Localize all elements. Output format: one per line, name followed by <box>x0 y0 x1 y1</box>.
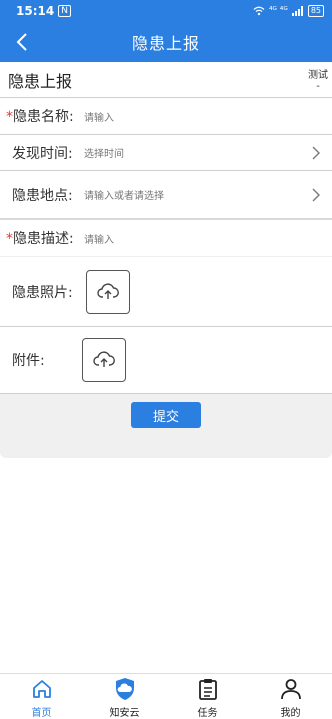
found-time-picker[interactable]: 选择时间 <box>84 145 124 160</box>
section-tag: 测试 - <box>308 70 328 92</box>
attachment-upload-button[interactable] <box>82 338 126 382</box>
hazard-name-label-text: 隐患名称: <box>13 109 74 125</box>
required-mark: * <box>6 231 13 247</box>
hazard-name-label: *隐患名称: <box>6 106 80 126</box>
hazard-photo-row: 隐患照片: <box>0 257 332 327</box>
cloud-upload-icon <box>93 351 115 367</box>
hazard-name-input[interactable]: 请输入 <box>84 109 114 124</box>
cloud-upload-icon <box>97 282 119 299</box>
hazard-name-row[interactable]: *隐患名称: 请输入 <box>0 98 332 135</box>
status-bar: 15:14 N ⁴ᴳ ⁴ᴳ 85 <box>0 0 332 22</box>
section-header: 隐患上报 测试 - <box>0 62 332 98</box>
found-time-label: 发现时间: <box>12 145 73 162</box>
attachment-row: 附件: <box>0 327 332 394</box>
tab-mine-label: 我的 <box>280 708 301 719</box>
nav-bar: 隐患上报 <box>0 22 332 62</box>
required-mark: * <box>6 109 13 125</box>
hazard-location-row[interactable]: 隐患地点: 请输入或者请选择 <box>0 171 332 220</box>
section-title: 隐患上报 <box>8 71 73 91</box>
chevron-left-icon <box>16 33 27 51</box>
clipboard-icon <box>196 677 220 701</box>
page-title: 隐患上报 <box>131 34 200 53</box>
bottom-tab-bar: 首页 知安云 任务 我的 <box>0 673 332 719</box>
submit-button[interactable]: 提交 <box>131 402 201 428</box>
tab-tasks[interactable]: 任务 <box>166 674 249 719</box>
tab-zhianyun-label: 知安云 <box>109 708 140 719</box>
section-tag-label: 测试 <box>308 70 328 81</box>
hazard-location-label: 隐患地点: <box>12 187 73 204</box>
photo-upload-button[interactable] <box>86 269 130 314</box>
status-indicators: ⁴ᴳ ⁴ᴳ 85 <box>253 5 324 17</box>
tab-home-label: 首页 <box>31 708 52 719</box>
hazard-desc-row[interactable]: *隐患描述: 请输入 <box>0 220 332 257</box>
app-header: 15:14 N ⁴ᴳ ⁴ᴳ 85 隐患上报 <box>0 0 332 62</box>
hazard-photo-label: 隐患照片: <box>12 284 73 301</box>
tab-home[interactable]: 首页 <box>0 674 83 719</box>
nfc-icon: N <box>58 5 71 17</box>
attachment-label: 附件: <box>12 353 45 369</box>
chevron-right-icon <box>312 188 320 202</box>
hazard-desc-input[interactable]: 请输入 <box>84 231 114 246</box>
hazard-desc-label: *隐患描述: <box>6 228 80 248</box>
submit-area: 提交 <box>0 394 332 458</box>
signal-icon <box>291 6 303 16</box>
tab-tasks-label: 任务 <box>197 708 218 719</box>
tab-mine[interactable]: 我的 <box>249 674 332 719</box>
hazard-location-input[interactable]: 请输入或者请选择 <box>84 187 164 202</box>
section-tag-sub: - <box>316 81 320 92</box>
cloud-shield-icon <box>113 677 137 701</box>
back-button[interactable] <box>10 30 34 54</box>
found-time-row[interactable]: 发现时间: 选择时间 <box>0 135 332 171</box>
chevron-right-icon <box>312 146 320 160</box>
tab-zhianyun[interactable]: 知安云 <box>83 674 166 719</box>
battery-icon: 85 <box>307 5 324 17</box>
person-icon <box>279 677 303 701</box>
wifi-icon <box>253 6 265 16</box>
home-icon <box>30 677 54 701</box>
network-indicator: ⁴ᴳ ⁴ᴳ <box>268 6 288 16</box>
hazard-desc-label-text: 隐患描述: <box>13 231 74 247</box>
status-time: 15:14 <box>16 4 55 18</box>
